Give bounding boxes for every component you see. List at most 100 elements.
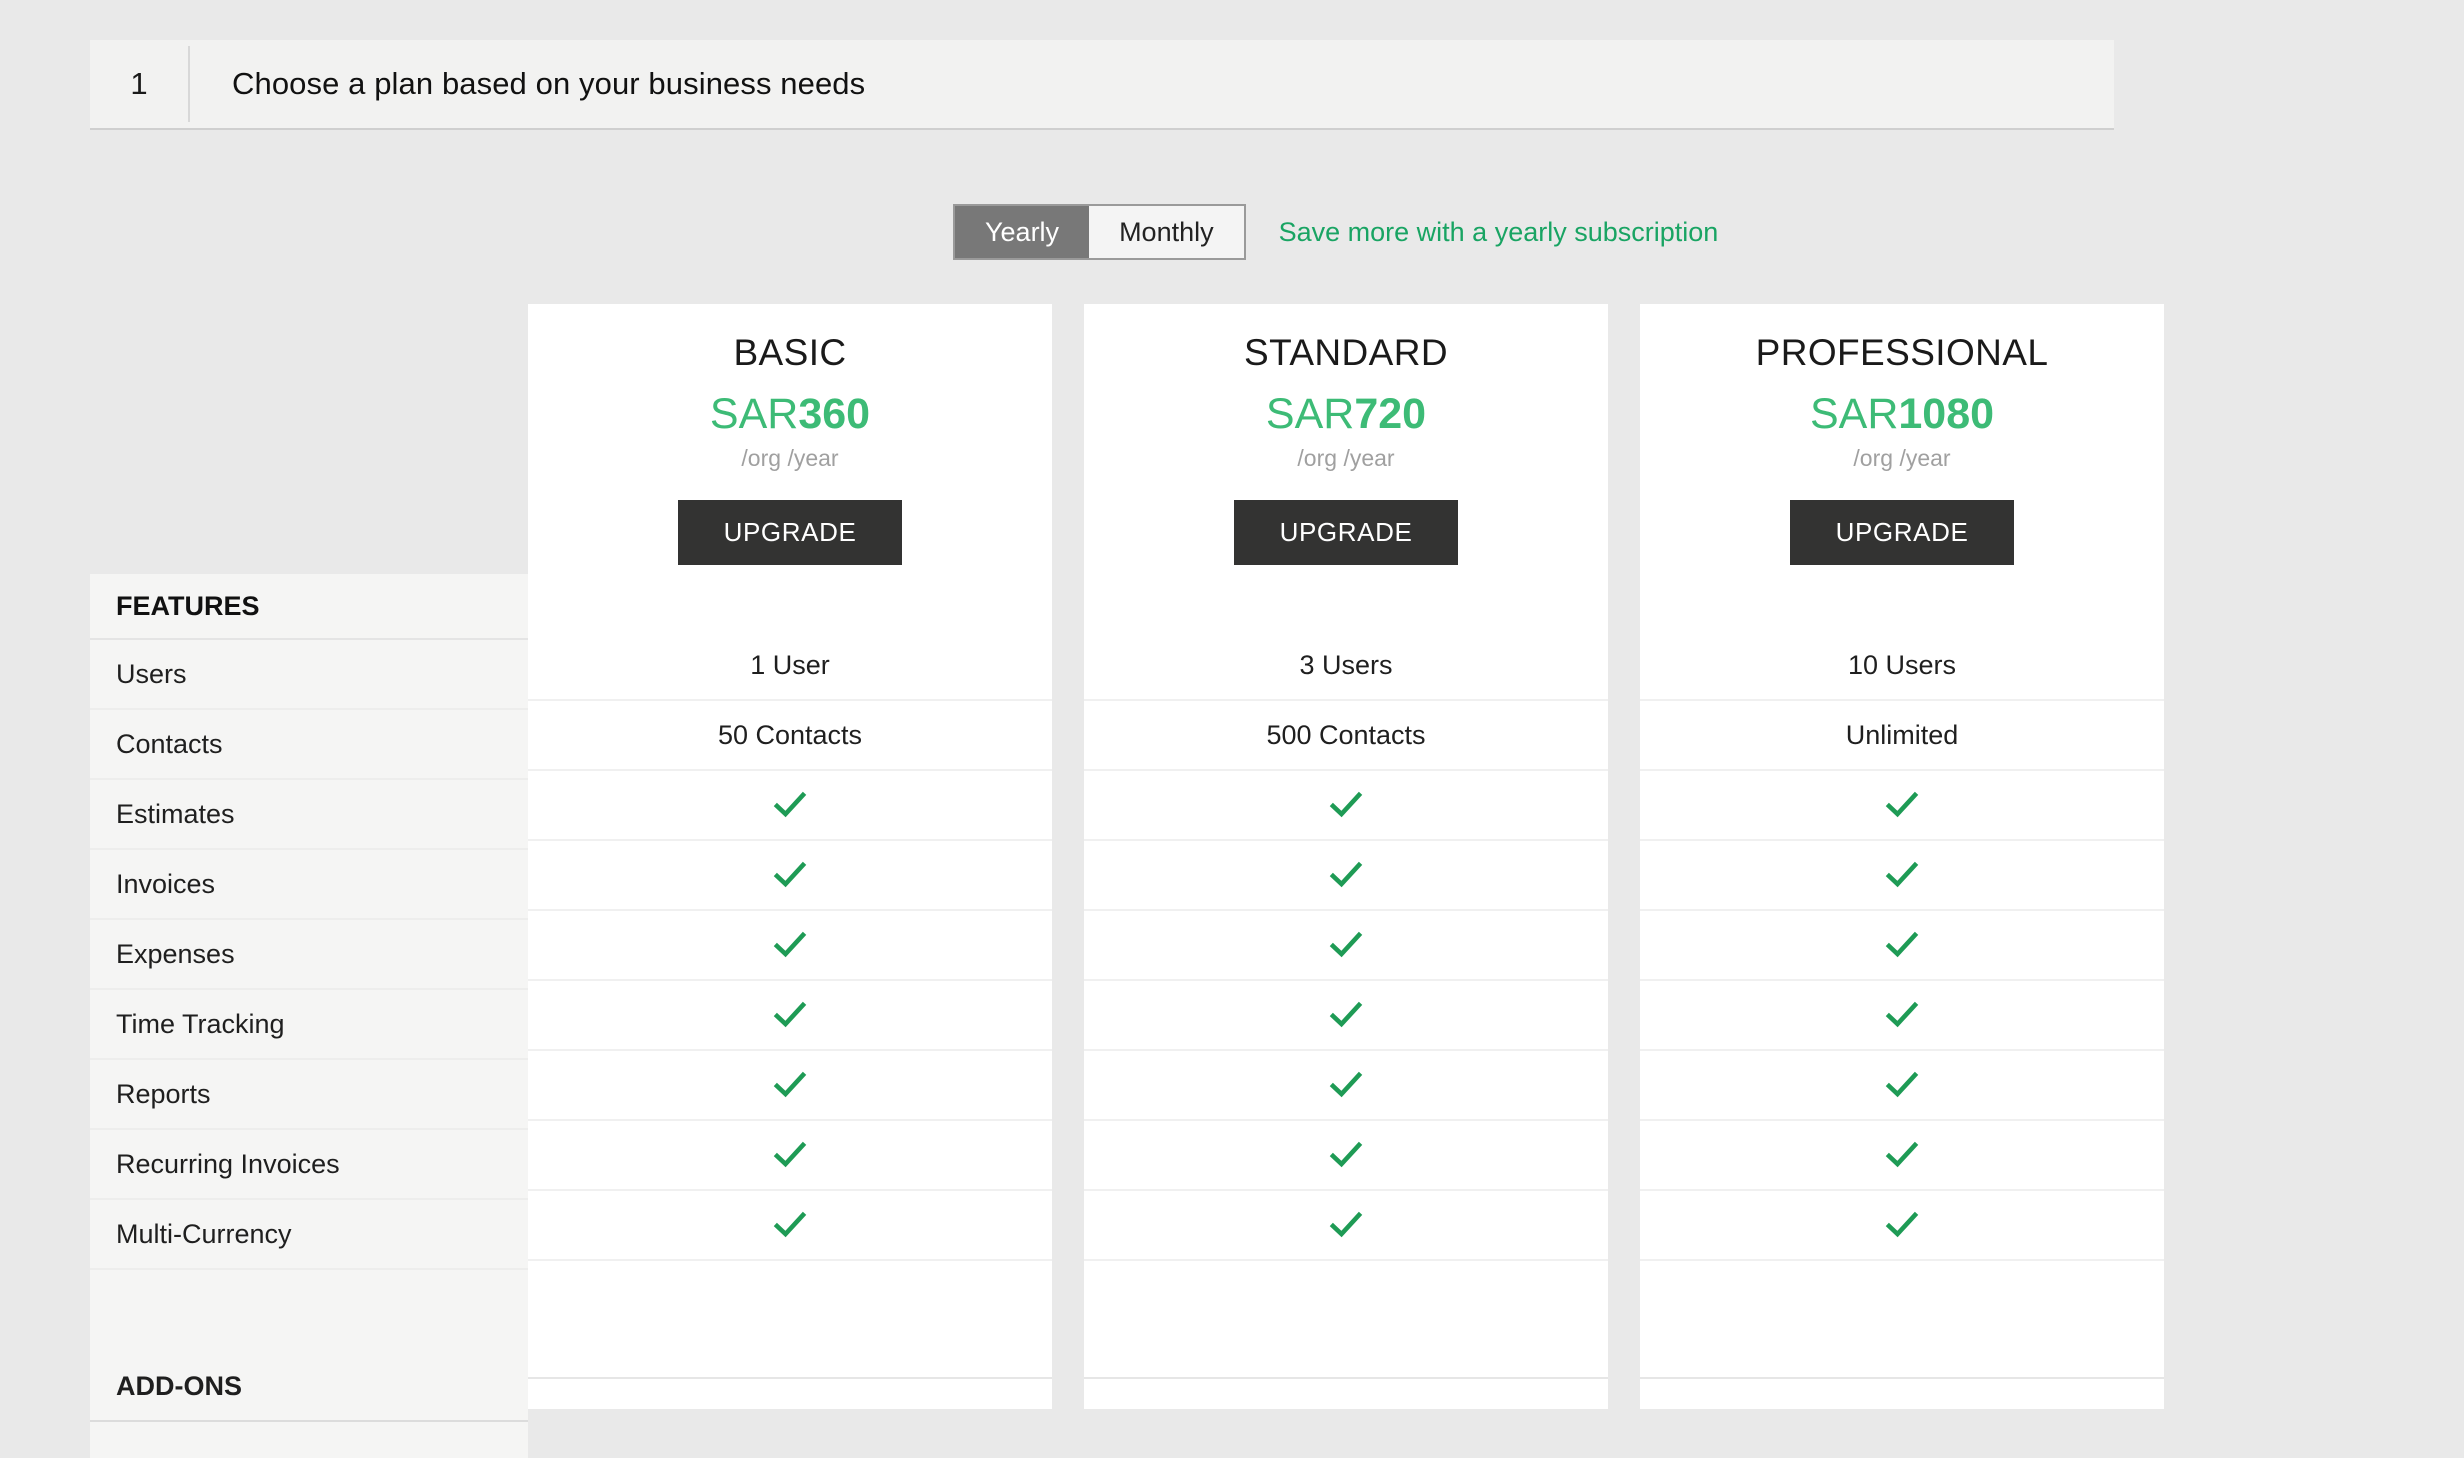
plan-feature-cell [1084,771,1608,841]
plan-amount-standard: 720 [1354,390,1427,438]
feature-row-expenses: Expenses [90,920,528,990]
plan-cta-wrap-basic: UPGRADE [528,500,1052,565]
plan-name-standard: STANDARD [1244,332,1448,373]
plan-name-professional: PROFESSIONAL [1755,332,2049,373]
plan-cta-wrap-professional: UPGRADE [1640,500,2164,565]
plan-feature-cell [528,1191,1052,1261]
plan-feature-cell [1084,1051,1608,1121]
feature-row-reports: Reports [90,1060,528,1130]
plan-card-basic: BASIC SAR360 /org /year UPGRADE 1 User 50… [528,304,1052,1409]
plan-period-standard: /org /year [1297,445,1395,471]
addons-list-start [90,1422,528,1458]
check-icon [1885,1001,1919,1028]
features-heading: FEATURES [90,574,528,640]
step-title: Choose a plan based on your business nee… [232,66,866,101]
plan-section-spacer [1084,1261,1608,1343]
check-icon [1329,861,1363,888]
feature-row-recurring-invoices: Recurring Invoices [90,1130,528,1200]
check-icon [1329,791,1363,818]
check-icon [773,1141,807,1168]
pricing-grid: FEATURES Users Contacts Estimates Invoic… [90,304,2164,1458]
plan-feature-cell [1640,1051,2164,1121]
feature-row-time-tracking: Time Tracking [90,990,528,1060]
plan-feature-cell: 10 Users [1640,631,2164,701]
upgrade-button-professional[interactable]: UPGRADE [1789,500,2015,565]
plan-cells-standard: 3 Users 500 Contacts [1084,631,1608,1409]
plan-addons-first-cell [1640,1379,2164,1409]
plan-feature-cell [1640,841,2164,911]
check-icon [773,931,807,958]
plan-gap-standard [1084,565,1608,631]
plan-feature-cell [528,1051,1052,1121]
feature-row-users: Users [90,640,528,710]
check-icon [773,1001,807,1028]
plan-cells-professional: 10 Users Unlimited [1640,631,2164,1409]
feature-row-invoices: Invoices [90,850,528,920]
features-section-spacer [90,1270,528,1352]
plan-period-basic: /org /year [741,445,839,471]
plan-price-professional: SAR1080 [1640,393,2164,436]
plan-price-basic: SAR360 [528,393,1052,436]
check-icon [1329,1211,1363,1238]
check-icon [1329,1141,1363,1168]
plan-name-basic: BASIC [733,332,847,373]
upgrade-button-basic[interactable]: UPGRADE [677,500,903,565]
plan-card-standard: STANDARD SAR720 /org /year UPGRADE 3 Use… [1084,304,1608,1409]
check-icon [1885,1071,1919,1098]
check-icon [1329,1001,1363,1028]
plan-addons-heading-cell [1640,1343,2164,1379]
feature-row-multi-currency: Multi-Currency [90,1200,528,1270]
plan-addons-first-cell [1084,1379,1608,1409]
plan-cta-wrap-standard: UPGRADE [1084,500,1608,565]
toggle-option-monthly[interactable]: Monthly [1089,206,1244,258]
check-icon [1885,931,1919,958]
plan-feature-cell [528,841,1052,911]
plan-feature-cell [1084,1191,1608,1261]
feature-row-estimates: Estimates [90,780,528,850]
toggle-option-yearly[interactable]: Yearly [955,206,1090,258]
plan-feature-cell [528,771,1052,841]
plan-feature-cell [528,1121,1052,1191]
billing-toggle-row: Yearly Monthly Save more with a yearly s… [953,204,1718,260]
plan-addons-heading-cell [528,1343,1052,1379]
check-icon [773,791,807,818]
check-icon [1329,931,1363,958]
plan-feature-cell [1640,1121,2164,1191]
plan-feature-cell [1640,771,2164,841]
check-icon [773,1071,807,1098]
billing-cycle-toggle[interactable]: Yearly Monthly [953,204,1246,260]
addons-heading: ADD-ONS [90,1352,528,1422]
check-icon [773,861,807,888]
plan-feature-cell [1084,1121,1608,1191]
check-icon [773,1211,807,1238]
step-number: 1 [130,66,148,101]
check-icon [1885,1211,1919,1238]
plan-cells-basic: 1 User 50 Contacts [528,631,1052,1409]
plan-addons-first-cell [528,1379,1052,1409]
check-icon [1885,1141,1919,1168]
features-column: FEATURES Users Contacts Estimates Invoic… [90,574,528,1458]
check-icon [1885,791,1919,818]
check-icon [1885,861,1919,888]
plan-header-professional: PROFESSIONAL SAR1080 /org /year UPGRADE [1640,304,2164,565]
plan-gap-basic [528,565,1052,631]
plan-currency-basic: SAR [709,390,799,438]
plan-amount-professional: 1080 [1898,390,1995,438]
plan-period-professional: /org /year [1853,445,1951,471]
plan-header-basic: BASIC SAR360 /org /year UPGRADE [528,304,1052,565]
plan-currency-standard: SAR [1265,390,1355,438]
plan-feature-cell [528,911,1052,981]
feature-row-contacts: Contacts [90,710,528,780]
plan-feature-cell [528,981,1052,1051]
plan-addons-heading-cell [1084,1343,1608,1379]
plan-feature-cell: 3 Users [1084,631,1608,701]
upgrade-button-standard[interactable]: UPGRADE [1233,500,1459,565]
plan-header-standard: STANDARD SAR720 /org /year UPGRADE [1084,304,1608,565]
plan-section-spacer [1640,1261,2164,1343]
plan-feature-cell [1084,981,1608,1051]
step-header: 1 Choose a plan based on your business n… [90,40,2114,130]
plan-feature-cell [1084,911,1608,981]
plan-feature-cell [1084,841,1608,911]
plan-feature-cell: 500 Contacts [1084,701,1608,771]
plan-feature-cell [1640,1191,2164,1261]
